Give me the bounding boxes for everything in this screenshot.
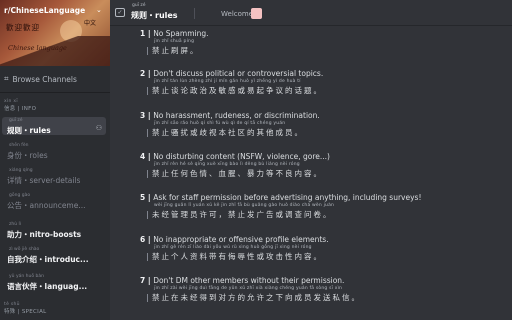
rule-pinyin: jìn zhǐ rèn hé sè qíng xuè xīng bào lì d… <box>154 162 300 167</box>
channel-roles[interactable]: shēn fèn 身份・roles <box>2 142 106 160</box>
channel-sidebar: r/ChineseLanguage ⌄ 歡迎歡迎 Chinese languag… <box>0 0 110 320</box>
rule-chinese: 禁止谈论政治及敏感或易起争议的话题。 <box>147 85 510 96</box>
channel-pinyin: guī zé <box>9 118 23 123</box>
rules-message-content: 1 | No Spamming. jìn zhǐ shuā píng 禁止刷屏。… <box>110 27 512 320</box>
rule-item-5: 5 | Ask for staff permission before adve… <box>140 193 510 220</box>
banner-subtitle: Chinese language <box>8 44 67 52</box>
channel-label: 详情・server-details <box>7 176 81 185</box>
topic-emoji-icon <box>251 8 262 19</box>
category-label: 信息 | INFO <box>4 106 37 112</box>
rule-chinese: 禁止任何色情、血腥、暴力等不良内容。 <box>147 168 510 179</box>
rule-chinese: 禁止个人资料带有侮辱性或攻击性内容。 <box>147 251 510 262</box>
rule-item-4: 4 | No disturbing content (NSFW, violenc… <box>140 152 510 179</box>
channel-pinyin: yǔ yán huǒ bàn <box>9 274 45 279</box>
channel-pinyin: zhù lì <box>9 222 21 227</box>
channel-server-details[interactable]: xiáng qíng 详情・server-details <box>2 167 106 185</box>
category-label: 特殊 | SPECIAL <box>4 309 47 315</box>
channel-label: 公告・announceme... <box>7 201 86 210</box>
channel-label: 语言伙伴・languag... <box>7 282 88 291</box>
rule-item-2: 2 | Don't discuss political or controver… <box>140 69 510 96</box>
channel-pinyin: xiáng qíng <box>9 168 33 173</box>
rule-chinese: 禁止在未经得到对方的允许之下向成员发送私信。 <box>147 292 510 303</box>
channel-rules[interactable]: guī zé 规则・rules ⚇ <box>2 117 106 135</box>
sidebar-divider <box>0 92 110 93</box>
server-banner[interactable]: r/ChineseLanguage ⌄ 歡迎歡迎 Chinese languag… <box>0 0 110 66</box>
rule-english: Ask for staff permission before advertis… <box>153 193 422 202</box>
channel-label: 自我介绍・introduc... <box>7 255 89 264</box>
channel-pinyin: gōng gào <box>9 193 31 198</box>
chevron-down-icon[interactable]: ⌄ <box>96 6 102 14</box>
rule-english: No harassment, rudeness, or discriminati… <box>153 111 320 120</box>
category-info[interactable]: xìn xī 信息 | INFO <box>4 99 36 112</box>
rule-pinyin: jìn zhǐ tán lùn zhèng zhì jí mǐn gǎn huò… <box>154 79 301 84</box>
rule-item-3: 3 | No harassment, rudeness, or discrimi… <box>140 111 510 138</box>
rule-pinyin: jìn zhǐ shuā píng <box>154 39 195 44</box>
channel-label: 助力・nitro-boosts <box>7 230 82 239</box>
channel-label: 规则・rules <box>7 126 51 135</box>
rule-pinyin: jìn zhǐ sāo rǎo huò qí shì fú wù qì de q… <box>154 121 286 126</box>
rule-english: No Spamming. <box>153 29 209 38</box>
channel-language-partners[interactable]: yǔ yán huǒ bàn 语言伙伴・languag... <box>2 273 106 291</box>
rule-english: Don't discuss political or controversial… <box>153 69 324 78</box>
banner-calligraphy: 歡迎歡迎 <box>6 23 40 32</box>
rule-pinyin: jìn zhǐ zài wèi jīng duì fāng de yǔn xǔ … <box>154 286 343 291</box>
rule-chinese: 未经管理员许可，禁止发广告或调查问卷。 <box>147 209 510 220</box>
banner-vertical-text: 中文 <box>84 20 97 27</box>
rules-channel-icon: ✓ <box>115 8 125 17</box>
rule-item-7: 7 | Don't DM other members without their… <box>140 276 510 303</box>
rule-item-1: 1 | No Spamming. jìn zhǐ shuā píng 禁止刷屏。 <box>140 29 510 56</box>
rule-item-6: 6 | No inappropriate or offensive profil… <box>140 235 510 262</box>
add-member-icon[interactable]: ⚇ <box>96 124 102 132</box>
channel-pinyin: zì wǒ jiè shào <box>9 247 40 252</box>
server-name[interactable]: r/ChineseLanguage <box>4 6 85 15</box>
channel-announcements[interactable]: gōng gào 公告・announceme... <box>2 192 106 210</box>
channel-header: ✓ guī zé 规则・rules Welcome! <box>110 0 512 26</box>
browse-channels-button[interactable]: ⌗ Browse Channels <box>4 74 77 84</box>
channel-introductions[interactable]: zì wǒ jiè shào 自我介绍・introduc... <box>2 246 106 264</box>
channel-label: 身份・roles <box>7 151 48 160</box>
browse-icon: ⌗ <box>4 74 9 83</box>
rule-pinyin: jìn zhǐ gè rén zī liào dài yǒu wǔ rǔ xìn… <box>154 245 312 250</box>
category-pinyin: xìn xī <box>4 99 18 104</box>
rule-english: Don't DM other members without their per… <box>153 276 345 285</box>
category-special[interactable]: tè shū 特殊 | SPECIAL <box>4 302 47 315</box>
rule-english: No disturbing content (NSFW, violence, g… <box>153 152 330 161</box>
rule-english: No inappropriate or offensive profile el… <box>153 235 329 244</box>
rule-chinese: 禁止骚扰或歧视本社区的其他成员。 <box>147 127 510 138</box>
channel-title: 规则・rules <box>131 11 178 20</box>
browse-channels-label: Browse Channels <box>12 74 77 84</box>
rule-pinyin: wèi jīng guǎn lǐ yuán xǔ kě jìn zhǐ fā b… <box>154 203 335 208</box>
channel-title-pinyin: guī zé <box>132 3 146 8</box>
channel-nitro-boosts[interactable]: zhù lì 助力・nitro-boosts <box>2 221 106 239</box>
category-pinyin: tè shū <box>4 302 20 307</box>
rule-chinese: 禁止刷屏。 <box>147 45 510 56</box>
header-divider <box>194 8 195 19</box>
channel-pinyin: shēn fèn <box>9 143 29 148</box>
